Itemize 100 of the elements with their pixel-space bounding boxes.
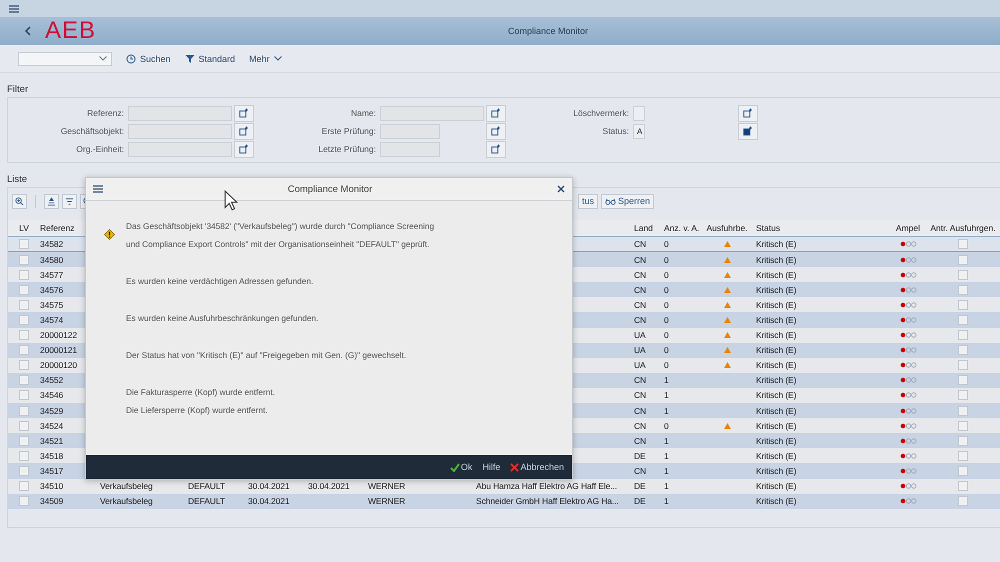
table-cell-text: Kritisch (E): [755, 345, 798, 356]
table-cell-text: 1: [663, 496, 670, 506]
section-title: Filter: [6, 83, 30, 97]
table-cell-text: Schneider GmbH Haff Elektro AG Ha...: [475, 496, 620, 506]
table-cell-text: CN: [633, 284, 648, 295]
table-cell-text: 1: [663, 375, 670, 386]
table-cell-text: 20000122: [39, 330, 78, 340]
table-cell-text: 34521: [39, 436, 64, 446]
table-cell-text: Abu Hamza Haff Elektro AG Haff Ele...: [475, 481, 618, 492]
table-cell-text: 30.04.2021: [307, 481, 351, 492]
dialog-title: Compliance Monitor: [286, 184, 374, 194]
column-header: LV: [18, 223, 30, 233]
table-cell-text: 0: [663, 330, 670, 340]
column-header: Ausfuhrbe.: [705, 223, 749, 233]
table-cell-text: 1: [663, 466, 670, 476]
table-cell-text: 1: [663, 436, 670, 446]
table-cell-text: CN: [633, 420, 648, 431]
table-cell-text: CN: [633, 375, 648, 386]
table-cell-text: Kritisch (E): [755, 466, 798, 476]
field-label: Org.-Einheit:: [75, 144, 125, 154]
table-cell-text: 34517: [39, 466, 64, 476]
table-cell-text: 1: [663, 406, 670, 416]
table-cell-text: 34529: [39, 406, 64, 416]
table-cell-text: UA: [633, 345, 647, 356]
app-title: Compliance Monitor: [506, 26, 590, 36]
table-cell-text: Kritisch (E): [755, 330, 798, 340]
table-cell-text: 0: [663, 239, 670, 250]
table-cell-text: 34546: [39, 390, 64, 400]
table-cell-text: CN: [633, 315, 648, 326]
table-cell-text: 0: [663, 300, 670, 310]
table-cell-text: 30.04.2021: [247, 496, 291, 506]
table-cell-text: CN: [633, 466, 648, 476]
table-cell-text: Kritisch (E): [755, 450, 798, 461]
table-cell-text: DE: [633, 481, 647, 492]
field-label: Name:: [350, 108, 377, 118]
table-cell-text: 0: [663, 345, 670, 356]
field-label: Letzte Prüfung:: [317, 144, 377, 154]
column-header: Ampel: [894, 223, 921, 233]
table-cell-text: Kritisch (E): [755, 375, 798, 386]
table-cell-text: CN: [633, 254, 648, 265]
table-cell-text: DE: [633, 496, 647, 506]
table-cell-text: 1: [663, 450, 670, 461]
table-cell-text: CN: [633, 406, 648, 416]
table-cell-text: DE: [633, 450, 647, 461]
table-cell-text: Kritisch (E): [755, 270, 798, 280]
table-cell-text: WERNER: [367, 481, 406, 492]
field-label: Geschäftsobjekt:: [60, 126, 125, 136]
field-label: Referenz:: [86, 108, 125, 118]
message-text: Der Status hat von "Kritisch (E)" auf "Freigegeben mit Gen. (G)" gewechselt.: [126, 349, 408, 362]
table-cell-text: 34574: [39, 315, 64, 326]
table-cell-text: CN: [633, 239, 648, 250]
table-cell-text: CN: [633, 300, 648, 310]
table-cell-text: Kritisch (E): [755, 360, 798, 370]
column-header: Referenz: [39, 223, 76, 233]
message-text: Das Geschäftsobjekt '34582' ("Verkaufsbeleg") wurde durch "Compliance Screening und Compliance Export Controls" mit der Organisationseinheit "DEFAULT" geprüft.: [126, 220, 434, 251]
table-cell-text: Kritisch (E): [755, 390, 798, 400]
table-cell-text: Kritisch (E): [755, 254, 798, 265]
column-header: Anz. v. A.: [663, 223, 700, 233]
field-label: Löschvermerk:: [572, 108, 630, 118]
table-cell-text: UA: [633, 330, 647, 340]
message-text: Es wurden keine verdächtigen Adressen gefunden.: [126, 275, 314, 288]
table-cell-text: 0: [663, 420, 670, 431]
table-cell-text: 34575: [39, 300, 64, 310]
table-cell-text: DEFAULT: [187, 496, 226, 506]
table-cell-text: 34524: [39, 420, 64, 431]
table-cell-text: Verkaufsbeleg: [99, 481, 154, 492]
table-cell-text: 34582: [39, 239, 64, 250]
table-cell-text: 20000120: [39, 360, 78, 370]
table-cell-text: DEFAULT: [187, 481, 226, 492]
table-cell-text: 20000121: [39, 345, 78, 356]
table-cell-text: CN: [633, 270, 648, 280]
table-cell-text: Kritisch (E): [755, 481, 798, 492]
table-cell-text: 34576: [39, 284, 64, 295]
table-cell-text: 34510: [39, 481, 64, 492]
table-cell-text: 34552: [39, 375, 64, 386]
table-cell-text: 34518: [39, 450, 64, 461]
table-cell-text: Kritisch (E): [755, 496, 798, 506]
table-cell-text: WERNER: [367, 496, 406, 506]
table-cell-text: 34509: [39, 496, 64, 506]
table-cell-text: CN: [633, 436, 648, 446]
section-title: Liste: [6, 173, 28, 187]
column-header: Land: [633, 223, 654, 233]
table-cell-text: Kritisch (E): [755, 406, 798, 416]
table-cell-text: Kritisch (E): [755, 315, 798, 326]
table-cell-text: 1: [663, 481, 670, 492]
table-cell-text: Kritisch (E): [755, 239, 798, 250]
column-header: Status: [755, 223, 782, 233]
table-cell-text: 0: [663, 315, 670, 326]
table-cell-text: 34577: [39, 270, 64, 280]
field-label: Status:: [602, 126, 630, 136]
table-cell-text: Kritisch (E): [755, 436, 798, 446]
table-cell-text: 0: [663, 284, 670, 295]
table-cell-text: UA: [633, 360, 647, 370]
logo: AEB: [44, 19, 96, 43]
table-cell-text: Kritisch (E): [755, 420, 798, 431]
table-cell-text: 0: [663, 254, 670, 265]
column-header: Antr. Ausfuhrgen.: [929, 223, 997, 233]
message-text: Die Fakturasperre (Kopf) wurde entfernt. Die Liefersperre (Kopf) wurde entfernt.: [126, 386, 276, 417]
table-cell-text: Kritisch (E): [755, 300, 798, 310]
table-cell-text: 0: [663, 360, 670, 370]
